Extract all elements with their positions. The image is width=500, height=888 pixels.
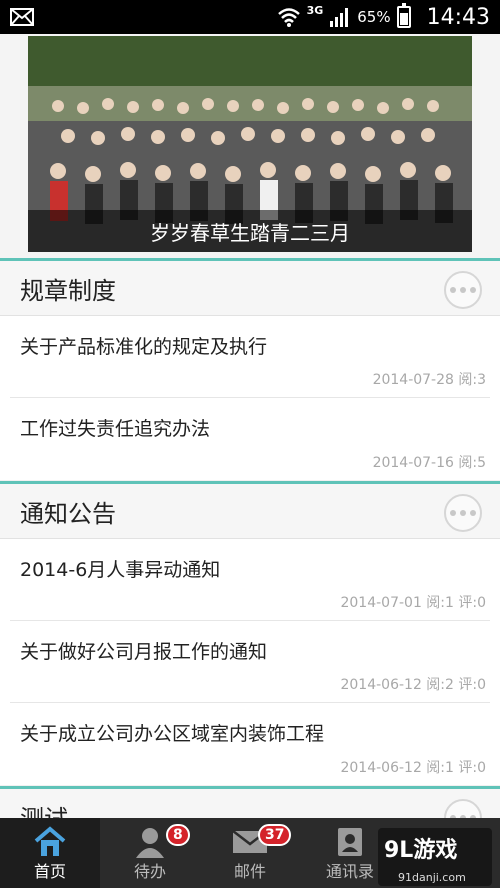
signal-icon [330, 8, 349, 27]
user-icon [136, 828, 164, 858]
nav-label: 首页 [33, 862, 66, 881]
status-bar: 3G 65% 14:43 [0, 0, 500, 34]
section-header: 通知公告 [0, 481, 500, 539]
banner-image[interactable]: 岁岁春草生踏青二三月 [28, 36, 472, 252]
item-title: 关于产品标准化的规定及执行 [20, 336, 268, 358]
more-icon [450, 287, 456, 293]
section-header: 测试 [0, 786, 500, 818]
contacts-icon [338, 828, 362, 856]
more-button[interactable] [444, 271, 482, 309]
more-icon-dot [470, 287, 476, 293]
item-title: 关于做好公司月报工作的通知 [20, 641, 268, 663]
item-meta: 2014-07-28 阅:3 [372, 372, 486, 388]
watermark-url: 91danji.com [398, 871, 466, 884]
nav-label: 邮件 [233, 862, 266, 881]
list-item[interactable]: 关于做好公司月报工作的通知 2014-06-12 阅:2 评:0 [10, 621, 490, 703]
section-test: 测试 [0, 786, 500, 818]
more-icon-dot [470, 510, 476, 516]
item-title: 工作过失责任追究办法 [20, 418, 211, 440]
nav-label: 通讯录 [325, 862, 374, 881]
section-title: 测试 [20, 799, 68, 819]
home-icon [34, 826, 66, 856]
section-regulations: 规章制度 关于产品标准化的规定及执行 2014-07-28 阅:3 工作过失责任… [0, 258, 500, 480]
list-item[interactable]: 2014-6月人事异动通知 2014-07-01 阅:1 评:0 [10, 539, 490, 621]
list-item[interactable]: 工作过失责任追究办法 2014-07-16 阅:5 [10, 398, 490, 480]
item-title: 2014-6月人事异动通知 [20, 559, 221, 581]
banner-caption: 岁岁春草生踏青二三月 [150, 220, 350, 245]
more-icon-dot [460, 510, 466, 516]
list-item[interactable]: 关于成立公司办公区域室内装饰工程 2014-06-12 阅:1 评:0 [10, 703, 490, 785]
battery-percent: 65% [357, 8, 391, 26]
nav-label: 待办 [133, 862, 166, 881]
battery-icon [396, 3, 411, 28]
wifi-icon [277, 8, 300, 27]
more-icon [450, 510, 456, 516]
item-meta: 2014-07-16 阅:5 [372, 455, 486, 471]
item-meta: 2014-06-12 阅:1 评:0 [340, 760, 486, 776]
watermark-logo: 9L游戏 [384, 838, 458, 863]
item-title: 关于成立公司办公区域室内装饰工程 [20, 723, 325, 745]
section-title: 通知公告 [20, 499, 116, 528]
nav-mail[interactable]: 37 邮件 [200, 818, 300, 888]
clock: 14:43 [426, 4, 490, 30]
nav-todo[interactable]: 8 待办 [100, 818, 200, 888]
network-type: 3G [306, 3, 324, 17]
more-button[interactable] [444, 799, 482, 818]
section-header: 规章制度 [0, 258, 500, 316]
section-notices: 通知公告 2014-6月人事异动通知 2014-07-01 阅:1 评:0 关于… [0, 481, 500, 785]
list-item[interactable]: 关于产品标准化的规定及执行 2014-07-28 阅:3 [10, 316, 490, 398]
section-title: 规章制度 [20, 276, 116, 305]
mail-notification-icon [10, 8, 34, 26]
banner-area: 岁岁春草生踏青二三月 [0, 34, 500, 258]
badge: 8 [166, 824, 190, 846]
badge: 37 [258, 824, 292, 846]
more-button[interactable] [444, 494, 482, 532]
item-meta: 2014-07-01 阅:1 评:0 [340, 595, 486, 611]
item-meta: 2014-06-12 阅:2 评:0 [340, 677, 486, 693]
more-icon-dot [460, 287, 466, 293]
banner-caption-bar: 岁岁春草生踏青二三月 [28, 210, 472, 252]
nav-home[interactable]: 首页 [0, 818, 100, 888]
watermark: 9L游戏 91danji.com [378, 828, 492, 886]
